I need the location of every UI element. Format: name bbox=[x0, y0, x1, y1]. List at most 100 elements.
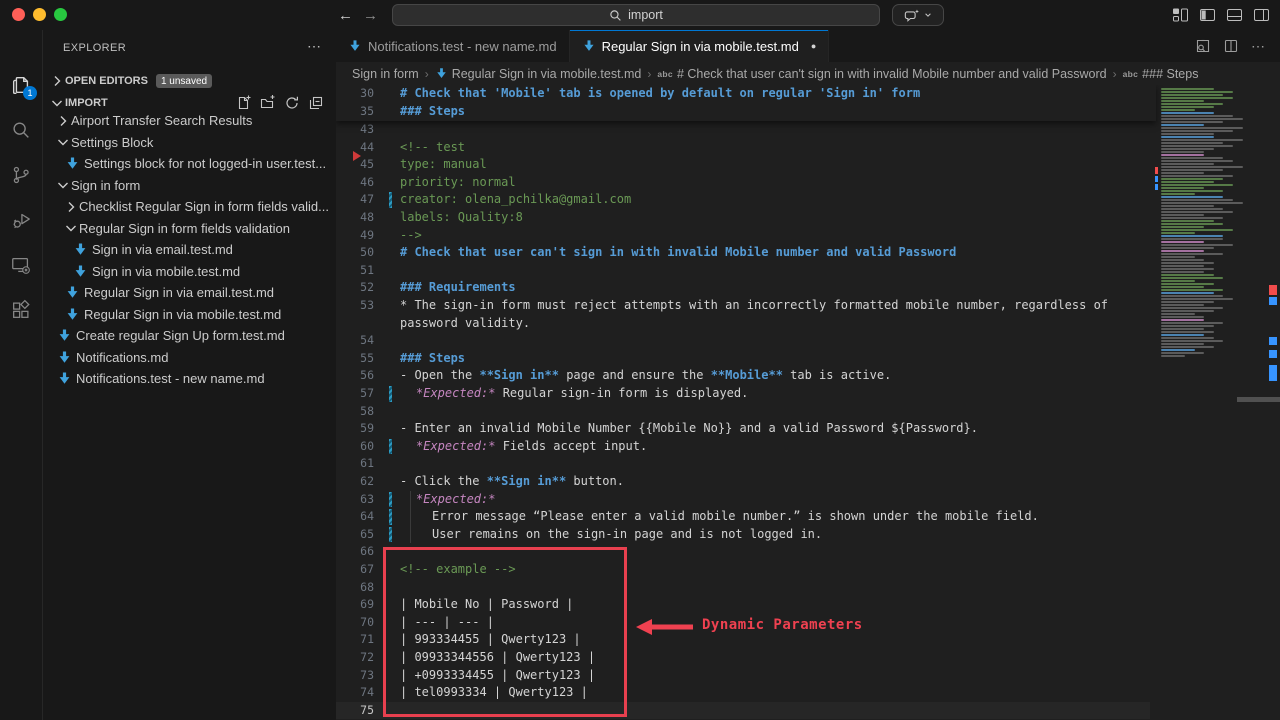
editor-tab[interactable]: Notifications.test - new name.md bbox=[336, 30, 570, 62]
line-number: 72 bbox=[344, 649, 374, 667]
activity-item-source-control[interactable] bbox=[10, 164, 32, 186]
code-line[interactable]: password validity. bbox=[336, 315, 1150, 333]
code-line[interactable]: 52### Requirements bbox=[336, 279, 1150, 297]
code-line[interactable]: 57*Expected:* Regular sign-in form is di… bbox=[336, 385, 1150, 403]
tree-item[interactable]: Settings Block bbox=[43, 132, 336, 154]
code-line[interactable]: 65User remains on the sign-in page and i… bbox=[336, 526, 1150, 544]
modified-dot-icon[interactable]: ● bbox=[811, 41, 816, 51]
tree-item[interactable]: Notifications.md bbox=[43, 347, 336, 369]
copilot-button[interactable] bbox=[892, 4, 944, 26]
command-center-search[interactable]: import bbox=[392, 4, 880, 26]
open-preview-button[interactable] bbox=[1195, 38, 1211, 54]
tree-item[interactable]: Regular Sign in via mobile.test.md bbox=[43, 304, 336, 326]
activity-bar: 1 bbox=[0, 30, 43, 720]
code-line[interactable]: 55### Steps bbox=[336, 350, 1150, 368]
tree-item[interactable]: Notifications.test - new name.md bbox=[43, 368, 336, 390]
chevron-down-icon bbox=[49, 95, 65, 111]
activity-item-search[interactable] bbox=[10, 119, 32, 141]
code-line[interactable]: 54 bbox=[336, 332, 1150, 350]
code-line[interactable]: 58 bbox=[336, 403, 1150, 421]
test-file-icon bbox=[73, 264, 88, 279]
tab-label: Notifications.test - new name.md bbox=[368, 39, 557, 54]
line-number: 55 bbox=[344, 350, 374, 368]
tree-item[interactable]: Settings block for not logged-in user.te… bbox=[43, 153, 336, 175]
back-button[interactable]: ← bbox=[338, 0, 353, 30]
code-line[interactable]: 61 bbox=[336, 455, 1150, 473]
activity-item-remote-explorer[interactable] bbox=[10, 254, 32, 276]
code-line[interactable]: 60*Expected:* Fields accept input. bbox=[336, 438, 1150, 456]
tree-item[interactable]: Airport Transfer Search Results bbox=[43, 110, 336, 132]
code-line[interactable]: 30# Check that 'Mobile' tab is opened by… bbox=[336, 85, 1156, 103]
line-number: 63 bbox=[344, 491, 374, 509]
tree-item[interactable]: Checklist Regular Sign in form fields va… bbox=[43, 196, 336, 218]
more-actions-icon[interactable]: ⋯ bbox=[307, 38, 322, 55]
test-file-icon bbox=[65, 156, 80, 171]
code-line[interactable]: 53* The sign-in form must reject attempt… bbox=[336, 297, 1150, 315]
code-line[interactable]: 64Error message “Please enter a valid mo… bbox=[336, 508, 1150, 526]
code-line[interactable]: 35### Steps bbox=[336, 103, 1156, 121]
code-line[interactable]: 62- Click the **Sign in** button. bbox=[336, 473, 1150, 491]
breadcrumb-item[interactable]: Sign in form bbox=[352, 67, 419, 81]
test-file-icon bbox=[582, 39, 596, 53]
activity-item-explorer[interactable]: 1 bbox=[10, 74, 32, 96]
split-editor-button[interactable] bbox=[1223, 38, 1239, 54]
explorer-badge: 1 bbox=[23, 86, 37, 100]
code-line[interactable]: 56- Open the **Sign in** page and ensure… bbox=[336, 367, 1150, 385]
unsaved-badge: 1 unsaved bbox=[156, 74, 212, 88]
editor[interactable]: 4344<!-- test45type: manual46priority: n… bbox=[336, 85, 1280, 720]
zoom-button[interactable] bbox=[54, 8, 67, 21]
modified-gutter-indicator bbox=[389, 527, 392, 543]
minimap[interactable] bbox=[1157, 85, 1261, 385]
code-line[interactable]: 46priority: normal bbox=[336, 174, 1150, 192]
breadcrumb-item[interactable]: abc### Steps bbox=[1123, 67, 1199, 81]
minimize-button[interactable] bbox=[33, 8, 46, 21]
tree-item[interactable]: Create regular Sign Up form.test.md bbox=[43, 325, 336, 347]
code-line[interactable]: 45type: manual bbox=[336, 156, 1150, 174]
breadcrumb-item[interactable]: abc# Check that user can't sign in with … bbox=[657, 67, 1106, 81]
code-line[interactable]: 44<!-- test bbox=[336, 139, 1150, 157]
tree-item[interactable]: Sign in via mobile.test.md bbox=[43, 261, 336, 283]
line-number: 58 bbox=[344, 403, 374, 421]
test-file-icon bbox=[57, 350, 72, 365]
refresh-button[interactable] bbox=[284, 95, 300, 111]
code-line[interactable]: 50# Check that user can't sign in with i… bbox=[336, 244, 1150, 262]
code-line[interactable]: 51 bbox=[336, 262, 1150, 280]
code-line[interactable]: 59- Enter an invalid Mobile Number {{Mob… bbox=[336, 420, 1150, 438]
overview-ruler[interactable] bbox=[1266, 85, 1280, 720]
chevron-down-icon bbox=[63, 220, 79, 236]
close-button[interactable] bbox=[12, 8, 25, 21]
tree-item[interactable]: Sign in via email.test.md bbox=[43, 239, 336, 261]
tree-item-label: Create regular Sign Up form.test.md bbox=[76, 328, 285, 343]
tree-item-label: Notifications.test - new name.md bbox=[76, 371, 265, 386]
tree-item[interactable]: Regular Sign in via email.test.md bbox=[43, 282, 336, 304]
line-number: 64 bbox=[344, 508, 374, 526]
activity-item-run-debug[interactable] bbox=[10, 209, 32, 231]
annotation-arrow-icon bbox=[635, 618, 697, 636]
scrollbar-slider[interactable] bbox=[1237, 397, 1280, 402]
chevron-down-icon bbox=[924, 11, 932, 19]
symbol-text-icon: abc bbox=[657, 69, 673, 79]
code-line[interactable]: 49--> bbox=[336, 227, 1150, 245]
more-actions-button[interactable]: ⋯ bbox=[1251, 38, 1266, 55]
minimap-decoration bbox=[1155, 167, 1158, 174]
tree-item[interactable]: Sign in form bbox=[43, 175, 336, 197]
breadcrumb-item[interactable]: Regular Sign in via mobile.test.md bbox=[435, 67, 642, 81]
toggle-secondary-sidebar-button[interactable] bbox=[1253, 7, 1270, 23]
editor-tab[interactable]: Regular Sign in via mobile.test.md● bbox=[570, 30, 830, 62]
bookmark-flag-icon bbox=[353, 151, 366, 161]
collapse-all-button[interactable] bbox=[308, 95, 324, 111]
open-editors-section[interactable]: OPEN EDITORS 1 unsaved bbox=[43, 70, 336, 92]
toggle-panel-button[interactable] bbox=[1226, 7, 1243, 23]
forward-button[interactable]: → bbox=[363, 0, 378, 30]
customize-layout-button[interactable] bbox=[1172, 7, 1189, 23]
code-line[interactable]: 48labels: Quality:8 bbox=[336, 209, 1150, 227]
toggle-primary-sidebar-button[interactable] bbox=[1199, 7, 1216, 23]
new-folder-button[interactable] bbox=[260, 95, 276, 111]
new-file-button[interactable] bbox=[236, 95, 252, 111]
code-line[interactable]: 47creator: olena_pchilka@gmail.com bbox=[336, 191, 1150, 209]
code-line[interactable]: 43 bbox=[336, 121, 1150, 139]
code-line[interactable]: 63*Expected:* bbox=[336, 491, 1150, 509]
tree-item[interactable]: Regular Sign in form fields validation bbox=[43, 218, 336, 240]
line-number: 43 bbox=[344, 121, 374, 139]
activity-item-extensions[interactable] bbox=[10, 299, 32, 321]
